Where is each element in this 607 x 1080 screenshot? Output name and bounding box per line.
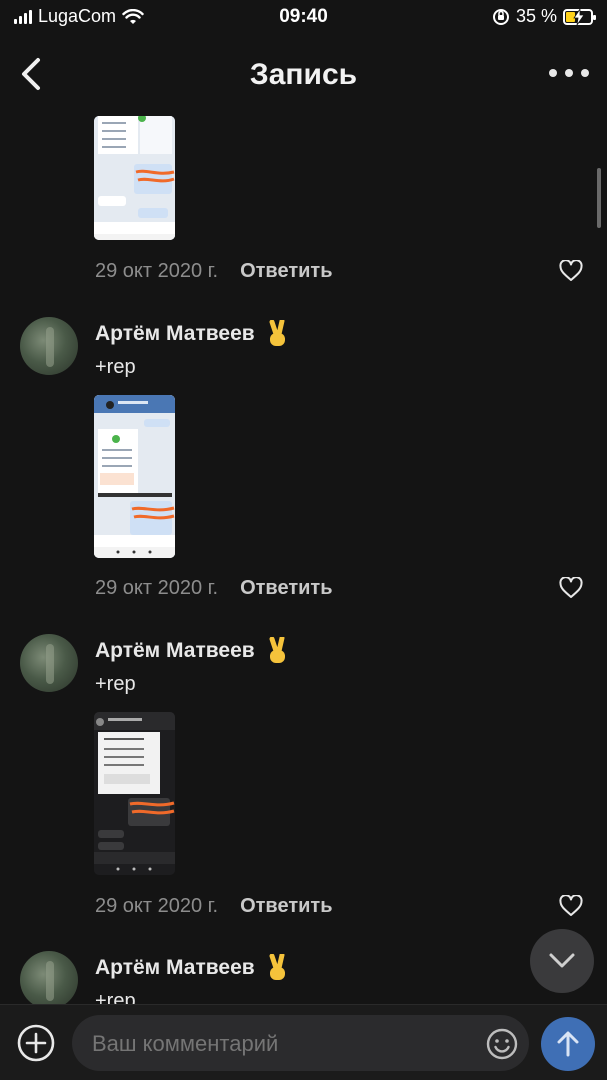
arrow-up-icon	[557, 1031, 579, 1057]
emoji-picker-button[interactable]	[485, 1027, 519, 1061]
comment-composer	[0, 1004, 607, 1080]
comment-item: Артём Матвеев +rep	[0, 0, 607, 1004]
avatar[interactable]	[20, 951, 78, 1004]
comment-input-wrapper	[72, 1015, 529, 1071]
send-button[interactable]	[541, 1017, 595, 1071]
scroll-to-bottom-button[interactable]	[530, 929, 594, 993]
author-name: Артём Матвеев	[95, 956, 255, 979]
chevron-down-icon	[549, 953, 575, 968]
add-attachment-button[interactable]	[16, 1023, 56, 1063]
victory-hand-emoji-icon	[269, 954, 285, 980]
comment-text: +rep	[95, 990, 136, 1004]
comment-author[interactable]: Артём Матвеев	[95, 954, 291, 982]
comment-input[interactable]	[92, 1031, 472, 1057]
